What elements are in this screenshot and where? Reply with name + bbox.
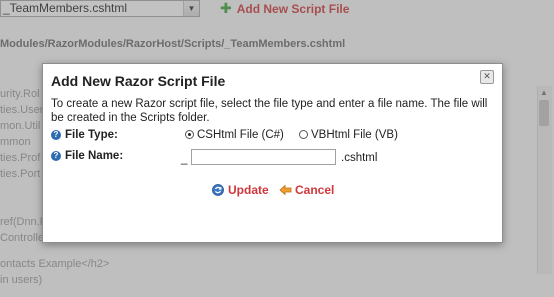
cancel-button[interactable]: Cancel	[279, 183, 334, 197]
file-type-row: ? File Type: CSHtml File (C#) VBHtml Fil…	[51, 129, 398, 141]
update-button[interactable]: Update	[212, 183, 269, 197]
file-name-label: File Name:	[65, 150, 124, 162]
dialog-description: To create a new Razor script file, selec…	[51, 98, 488, 124]
radio-cshtml-label: CSHtml File (C#)	[197, 129, 284, 141]
file-name-suffix: .cshtml	[341, 152, 378, 164]
radio-cshtml-option[interactable]: CSHtml File (C#)	[185, 129, 284, 141]
file-name-prefix: _	[181, 153, 188, 165]
dialog-title: Add New Razor Script File	[51, 73, 226, 89]
file-name-input[interactable]	[191, 149, 336, 165]
close-icon[interactable]: ✕	[480, 70, 494, 84]
cancel-label: Cancel	[295, 183, 335, 197]
add-razor-script-dialog: Add New Razor Script File ✕ To create a …	[42, 63, 503, 243]
update-icon	[212, 184, 224, 196]
help-icon[interactable]: ?	[51, 150, 61, 161]
update-label: Update	[228, 183, 269, 197]
radio-cshtml[interactable]	[185, 130, 194, 140]
radio-vbhtml-label: VBHtml File (VB)	[311, 129, 398, 141]
file-type-label: File Type:	[65, 129, 118, 141]
back-arrow-icon	[279, 184, 292, 196]
radio-vbhtml[interactable]	[299, 130, 308, 140]
file-name-row: ? File Name: _ .cshtml	[51, 149, 377, 165]
radio-vbhtml-option[interactable]: VBHtml File (VB)	[299, 129, 398, 141]
help-icon[interactable]: ?	[51, 129, 61, 140]
